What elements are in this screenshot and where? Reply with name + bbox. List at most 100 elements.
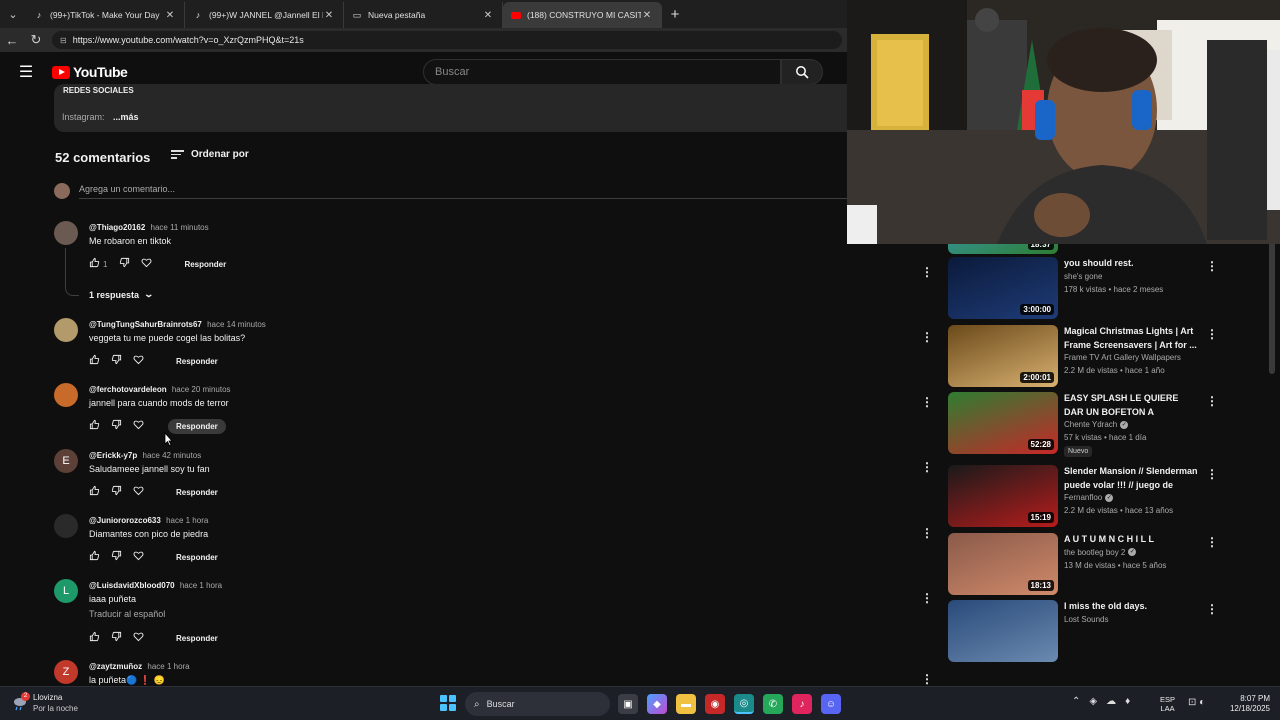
dislike-button[interactable] (119, 255, 141, 273)
microphone-icon[interactable]: ♦ (1125, 696, 1130, 707)
comment-timestamp[interactable]: hace 1 hora (147, 662, 189, 671)
related-video-item[interactable]: 15:19 Slender Mansion // Slenderman pued… (948, 465, 1278, 529)
video-channel[interactable]: Lost Sounds (1064, 615, 1108, 624)
close-tab-icon[interactable]: ✕ (323, 10, 335, 21)
tray-app-icon[interactable]: ◈ (1089, 696, 1097, 707)
commenter-avatar[interactable] (54, 514, 78, 538)
new-tab-plus-icon[interactable]: + (662, 6, 688, 23)
windows-start-icon[interactable] (440, 695, 456, 711)
comment-timestamp[interactable]: hace 14 minutos (207, 320, 266, 329)
browser-tab-active[interactable]: (188) CONSTRUYO MI CASITA EN ✕ (503, 2, 662, 28)
video-title[interactable]: I miss the old days. (1064, 600, 1200, 614)
comment-username[interactable]: @ferchotovardeleon (89, 385, 167, 394)
copilot-icon[interactable]: ◆ (647, 694, 667, 714)
tiktok-app-icon[interactable]: ♪ (792, 694, 812, 714)
commenter-avatar[interactable]: L (54, 579, 78, 603)
comment-timestamp[interactable]: hace 1 hora (166, 516, 208, 525)
video-channel[interactable]: Fernanfloo✓ (1064, 493, 1114, 502)
reply-button[interactable]: Responder (168, 550, 226, 565)
sort-button[interactable]: Ordenar por (171, 148, 249, 161)
more-options-kebab-icon[interactable]: ⋮ (1206, 602, 1218, 616)
heart-button[interactable] (133, 629, 155, 647)
comment-username[interactable]: @LuisdavidXblood070 (89, 581, 175, 590)
more-options-kebab-icon[interactable]: ⋮ (1206, 394, 1218, 408)
like-button[interactable] (89, 548, 111, 566)
commenter-avatar[interactable]: Z (54, 660, 78, 684)
reload-icon[interactable]: ↻ (24, 32, 48, 48)
like-button[interactable] (89, 417, 111, 435)
video-description[interactable]: REDES SOCIALES Instagram: ...más (54, 84, 848, 132)
more-options-kebab-icon[interactable]: ⋮ (1206, 259, 1218, 273)
related-video-item[interactable]: I miss the old days. Lost Sounds ⋮ (948, 600, 1278, 664)
video-title[interactable]: A U T U M N C H I L L (1064, 533, 1200, 547)
reply-button[interactable]: Responder (168, 418, 226, 434)
related-video-item[interactable]: 3:00:00 you should rest. she's gone 178 k… (948, 257, 1278, 321)
search-input[interactable]: Buscar (423, 59, 781, 85)
commenter-avatar[interactable] (54, 318, 78, 342)
video-channel[interactable]: Frame TV Art Gallery Wallpapers (1064, 353, 1181, 362)
dislike-button[interactable] (111, 483, 133, 501)
comment-timestamp[interactable]: hace 20 minutos (172, 385, 231, 394)
language-indicator[interactable]: ESP LAA (1160, 695, 1175, 713)
tab-actions-chevron-icon[interactable]: ⌄ (0, 0, 26, 28)
reply-button[interactable]: Responder (168, 354, 226, 369)
site-info-icon[interactable]: ⊟ (60, 36, 67, 45)
search-button[interactable] (781, 59, 823, 85)
replies-toggle[interactable]: 1 respuesta ⌄ (89, 289, 154, 300)
video-channel[interactable]: Chente Ydrach ✓ (1064, 420, 1129, 429)
mcafee-icon[interactable]: ◉ (705, 694, 725, 714)
system-clock[interactable]: 8:07 PM 12/18/2025 (1228, 694, 1270, 714)
more-options-kebab-icon[interactable]: ⋮ (921, 265, 933, 279)
heart-button[interactable] (133, 548, 155, 566)
network-volume-icons[interactable]: ⊡ ◐ (1188, 697, 1205, 708)
file-explorer-icon[interactable]: ▬ (676, 694, 696, 714)
like-button[interactable] (89, 483, 111, 501)
close-tab-icon[interactable]: ✕ (482, 10, 494, 21)
tray-chevron-up-icon[interactable]: ⌃ (1072, 696, 1080, 707)
video-thumbnail[interactable]: 15:19 (948, 465, 1058, 527)
browser-tab[interactable]: ▭ Nueva pestaña ✕ (344, 2, 503, 28)
dislike-button[interactable] (111, 548, 133, 566)
youtube-logo[interactable]: YouTube (52, 64, 128, 80)
comment-timestamp[interactable]: hace 1 hora (180, 581, 222, 590)
video-channel[interactable]: she's gone (1064, 272, 1102, 281)
more-options-kebab-icon[interactable]: ⋮ (921, 672, 933, 686)
video-thumbnail[interactable]: 52:28 (948, 392, 1058, 454)
reply-button[interactable]: Responder (176, 257, 234, 272)
heart-button[interactable] (141, 255, 163, 273)
back-arrow-icon[interactable]: ← (0, 33, 24, 48)
add-comment-box[interactable]: Agrega un comentario... (54, 183, 848, 199)
commenter-avatar[interactable]: E (54, 449, 78, 473)
related-video-item[interactable]: 52:28 EASY SPLASH LE QUIERE DAR UN BOFET… (948, 392, 1278, 457)
comment-username[interactable]: @Thiago20162 (89, 223, 145, 232)
like-button[interactable] (89, 352, 111, 370)
comment-timestamp[interactable]: hace 11 minutos (151, 223, 209, 232)
commenter-avatar[interactable] (54, 221, 78, 245)
related-video-item[interactable]: 2:00:01 Magical Christmas Lights | Art F… (948, 325, 1278, 389)
dislike-button[interactable] (111, 629, 133, 647)
commenter-avatar[interactable] (54, 383, 78, 407)
dislike-button[interactable] (111, 352, 133, 370)
heart-button[interactable] (133, 417, 155, 435)
more-options-kebab-icon[interactable]: ⋮ (921, 526, 933, 540)
comment-username[interactable]: @TungTungSahurBrainrots67 (89, 320, 202, 329)
video-title[interactable]: Slender Mansion // Slenderman puede vola… (1064, 465, 1200, 492)
related-video-item[interactable]: 18:13 A U T U M N C H I L L the bootleg … (948, 533, 1278, 597)
comment-username[interactable]: @Juniororozco633 (89, 516, 161, 525)
edge-browser-icon[interactable]: ◎ (734, 694, 754, 714)
weather-widget[interactable]: 2 Llovizna Por la noche (12, 692, 78, 714)
dislike-button[interactable] (111, 417, 133, 435)
whatsapp-icon[interactable]: ✆ (763, 694, 783, 714)
more-options-kebab-icon[interactable]: ⋮ (1206, 467, 1218, 481)
discord-icon[interactable]: ☺ (821, 694, 841, 714)
tray-cloud-icon[interactable]: ☁ (1106, 696, 1116, 707)
comment-timestamp[interactable]: hace 42 minutos (143, 451, 202, 460)
close-tab-icon[interactable]: ✕ (164, 10, 176, 21)
like-button[interactable] (89, 255, 111, 273)
browser-tab[interactable]: ♪ (99+)W JANNEL @Jannell El Bicho ✕ (185, 2, 344, 28)
comment-username[interactable]: @zaytzmuñoz (89, 662, 142, 671)
comment-username[interactable]: @Erickk-y7p (89, 451, 137, 460)
close-tab-icon[interactable]: ✕ (641, 10, 653, 21)
video-thumbnail[interactable]: 2:00:01 (948, 325, 1058, 387)
translate-link[interactable]: Traducir al español (89, 609, 165, 619)
